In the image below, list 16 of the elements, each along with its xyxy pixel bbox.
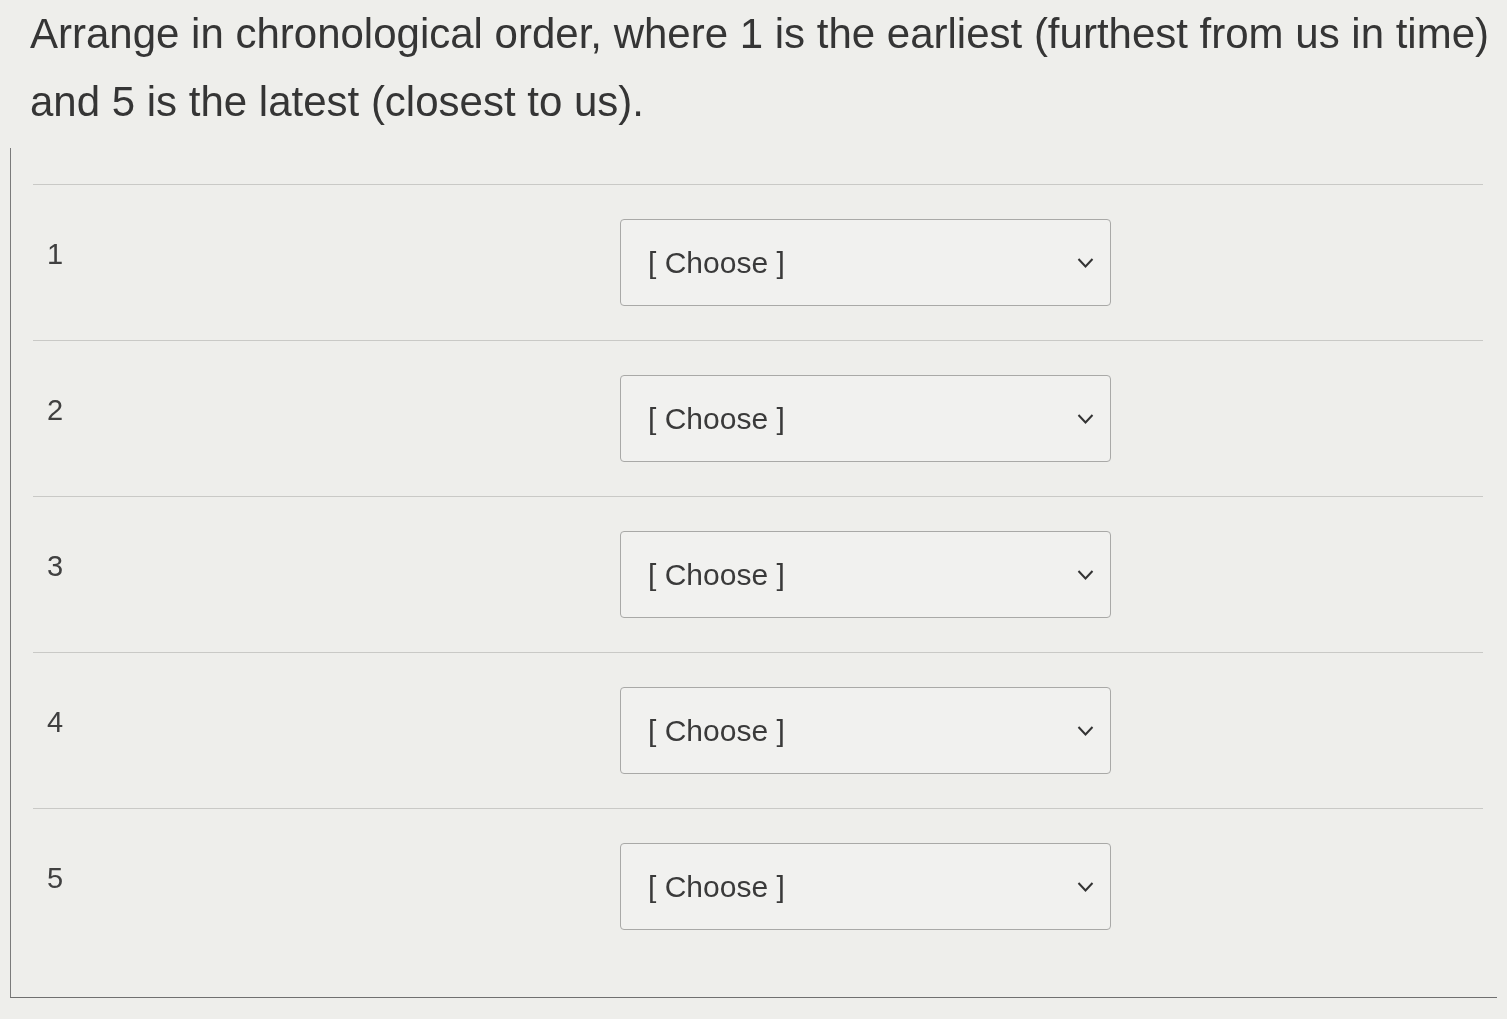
chevron-down-icon [1077, 725, 1094, 736]
choose-dropdown[interactable]: [ Choose ] [620, 219, 1111, 306]
item-number: 1 [47, 237, 64, 271]
question-text: Arrange in chronological order, where 1 is the earliest (furthest from us in time) and 5 is the latest (closest to us). [29, 9, 1490, 127]
choose-dropdown[interactable]: [ Choose ] [620, 531, 1111, 618]
item-number: 3 [47, 549, 64, 583]
chevron-down-icon [1077, 257, 1094, 268]
item-number: 2 [47, 393, 64, 427]
chevron-down-icon [1077, 413, 1094, 424]
item-number: 5 [47, 861, 64, 895]
choose-dropdown[interactable]: [ Choose ] [620, 843, 1111, 930]
item-number: 4 [47, 705, 64, 739]
chevron-down-icon [1077, 881, 1094, 892]
choose-dropdown[interactable]: [ Choose ] [620, 687, 1111, 774]
chevron-down-icon [1077, 569, 1094, 580]
choose-dropdown[interactable]: [ Choose ] [620, 375, 1111, 462]
